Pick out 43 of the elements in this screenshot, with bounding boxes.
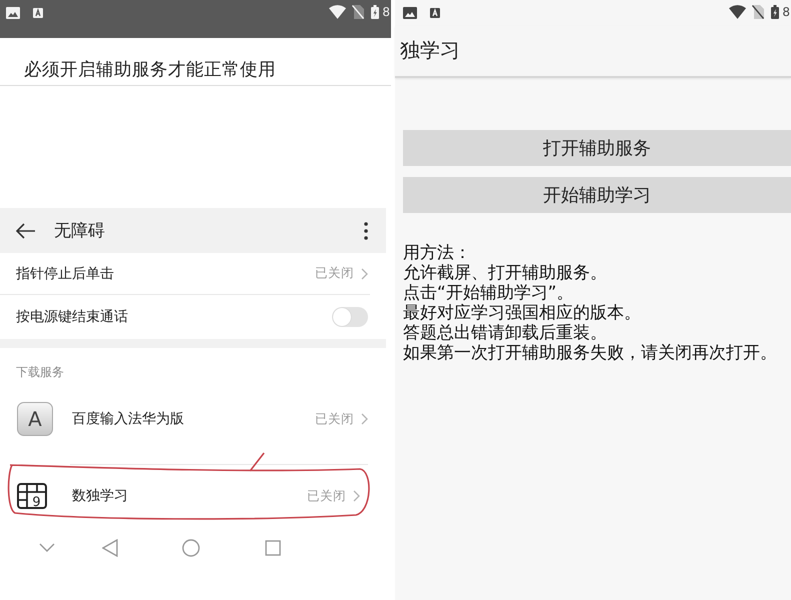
no-sim-icon <box>352 5 364 19</box>
chevron-right-icon <box>353 490 360 502</box>
status-time: 8 <box>782 5 790 19</box>
keyboard-key-icon: A <box>17 402 53 436</box>
notification-icon <box>430 8 440 18</box>
instruction-line: 允许截屏、打开辅助服务。 <box>403 263 607 283</box>
battery-charging-icon <box>371 5 380 19</box>
more-options-icon[interactable] <box>364 222 368 240</box>
back-icon[interactable] <box>102 539 118 557</box>
action-button[interactable]: 打开辅助服务 <box>403 130 791 166</box>
no-sim-icon <box>752 5 764 19</box>
action-button[interactable]: 开始辅助学习 <box>403 177 791 213</box>
toggle-switch[interactable] <box>332 306 368 326</box>
setting-label[interactable]: 按电源键结束通话 <box>16 308 128 326</box>
notification-icon <box>33 8 43 18</box>
section-header: 下载服务 <box>16 365 64 379</box>
instruction-line: 答题总出错请卸载后重装。 <box>403 323 607 343</box>
chevron-right-icon <box>361 268 368 280</box>
image-icon <box>403 7 417 19</box>
app-title: 独学习 <box>400 38 460 62</box>
service-status: 已关闭 <box>307 488 346 504</box>
home-icon[interactable] <box>182 539 200 557</box>
sudoku-grid-icon: 9 <box>17 483 47 509</box>
wifi-icon <box>729 5 746 19</box>
instruction-line: 如果第一次打开辅助服务失败，请关闭再次打开。 <box>403 343 777 363</box>
recent-apps-icon[interactable] <box>265 540 281 556</box>
prompt-text: 必须开启辅助服务才能正常使用 <box>24 59 276 82</box>
image-icon <box>6 7 20 19</box>
settings-title: 无障碍 <box>54 220 105 242</box>
chevron-right-icon <box>361 413 368 425</box>
battery-charging-icon <box>771 5 780 19</box>
back-arrow-icon[interactable] <box>16 222 36 238</box>
instruction-line: 最好对应学习强国相应的版本。 <box>403 303 641 323</box>
wifi-icon <box>329 5 346 19</box>
setting-label[interactable]: 指针停止后单击 <box>16 264 114 282</box>
service-status: 已关闭 <box>315 410 354 428</box>
setting-status: 已关闭 <box>315 265 354 282</box>
instruction-line: 点击“开始辅助学习”。 <box>403 283 574 303</box>
chevron-down-icon[interactable] <box>39 543 55 553</box>
instructions-heading: 用方法： <box>403 243 471 263</box>
status-time: 8 <box>382 5 390 19</box>
service-label[interactable]: 数独学习 <box>72 487 128 505</box>
service-label[interactable]: 百度输入法华为版 <box>72 410 184 428</box>
